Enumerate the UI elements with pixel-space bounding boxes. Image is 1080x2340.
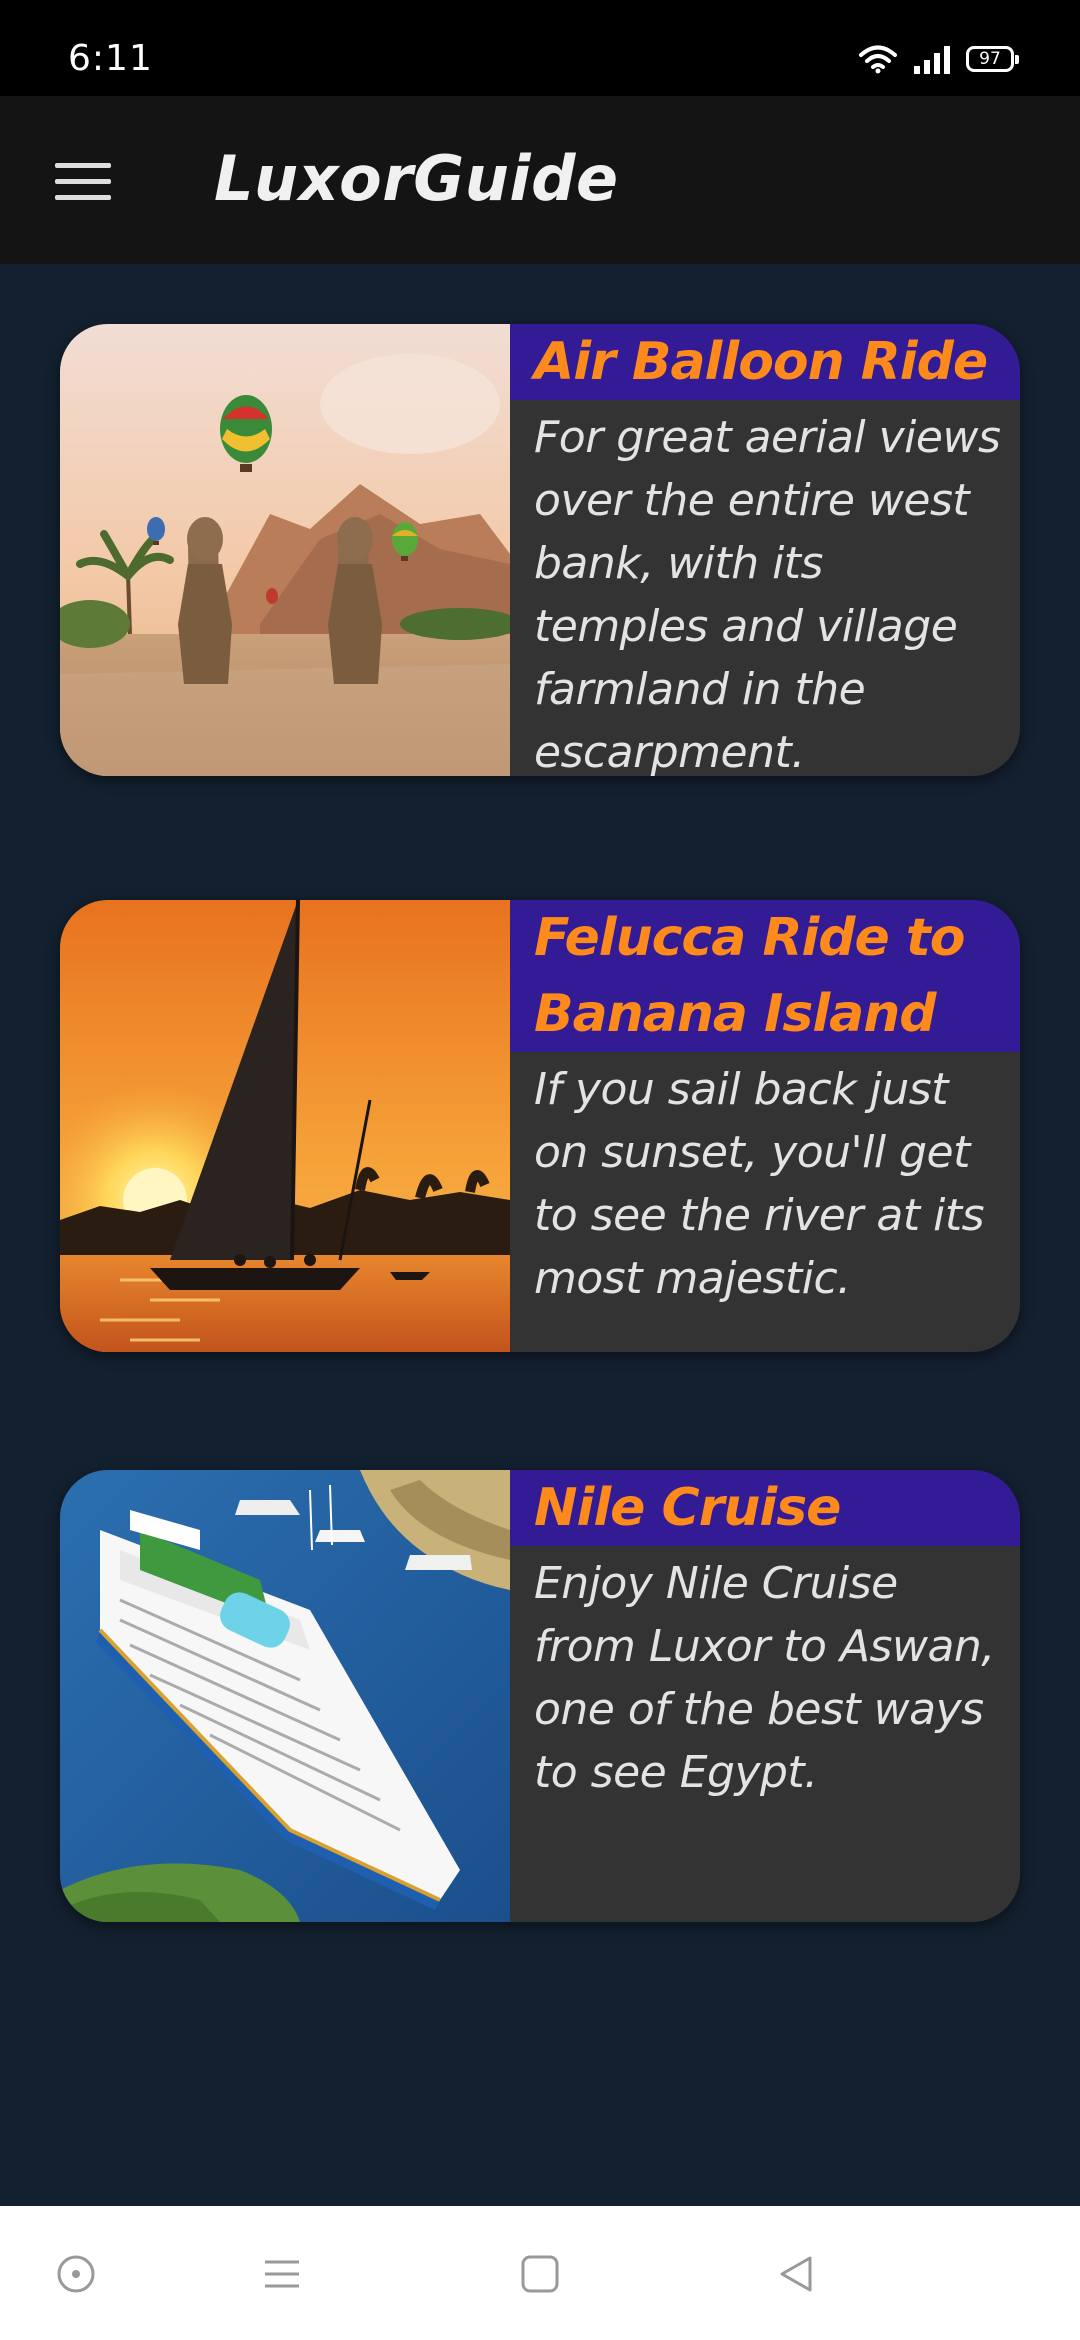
app-title: LuxorGuide: [214, 142, 619, 215]
signal-icon: [914, 46, 950, 74]
battery-level: 97: [979, 49, 1001, 69]
status-icons: 97: [858, 44, 1019, 74]
back-icon[interactable]: [764, 2242, 828, 2306]
nile-cruise-ship-image: [60, 1470, 510, 1922]
recents-icon[interactable]: [250, 2242, 314, 2306]
system-nav-bar: [0, 2206, 1080, 2340]
hamburger-menu-icon[interactable]: [40, 138, 126, 224]
card-title: Felucca Ride to Banana Island: [510, 900, 1020, 1052]
assistant-icon[interactable]: [44, 2242, 108, 2306]
status-bar: 6:11 97: [0, 0, 1080, 96]
card-title: Air Balloon Ride: [510, 324, 1020, 400]
card-nile-cruise[interactable]: Nile Cruise Enjoy Nile Cruise from Luxor…: [60, 1470, 1020, 1922]
wifi-icon: [859, 45, 897, 74]
card-content: Felucca Ride to Banana Island If you sai…: [510, 900, 1020, 1352]
card-content: Air Balloon Ride For great aerial views …: [510, 324, 1020, 776]
card-description: If you sail back just on sunset, you'll …: [534, 1064, 985, 1304]
card-air-balloon-ride[interactable]: Air Balloon Ride For great aerial views …: [60, 324, 1020, 776]
status-time: 6:11: [68, 38, 153, 79]
card-content: Nile Cruise Enjoy Nile Cruise from Luxor…: [510, 1470, 1020, 1922]
hot-air-balloons-colossi-image: [60, 324, 510, 776]
card-description: Enjoy Nile Cruise from Luxor to Aswan, o…: [534, 1558, 995, 1798]
battery-icon: 97: [966, 46, 1019, 72]
card-description: For great aerial views over the entire w…: [534, 412, 1001, 776]
card-felucca-ride[interactable]: Felucca Ride to Banana Island If you sai…: [60, 900, 1020, 1352]
felucca-sunset-image: [60, 900, 510, 1352]
card-title: Nile Cruise: [510, 1470, 1020, 1546]
app-bar: LuxorGuide: [0, 96, 1080, 264]
home-icon[interactable]: [508, 2242, 572, 2306]
